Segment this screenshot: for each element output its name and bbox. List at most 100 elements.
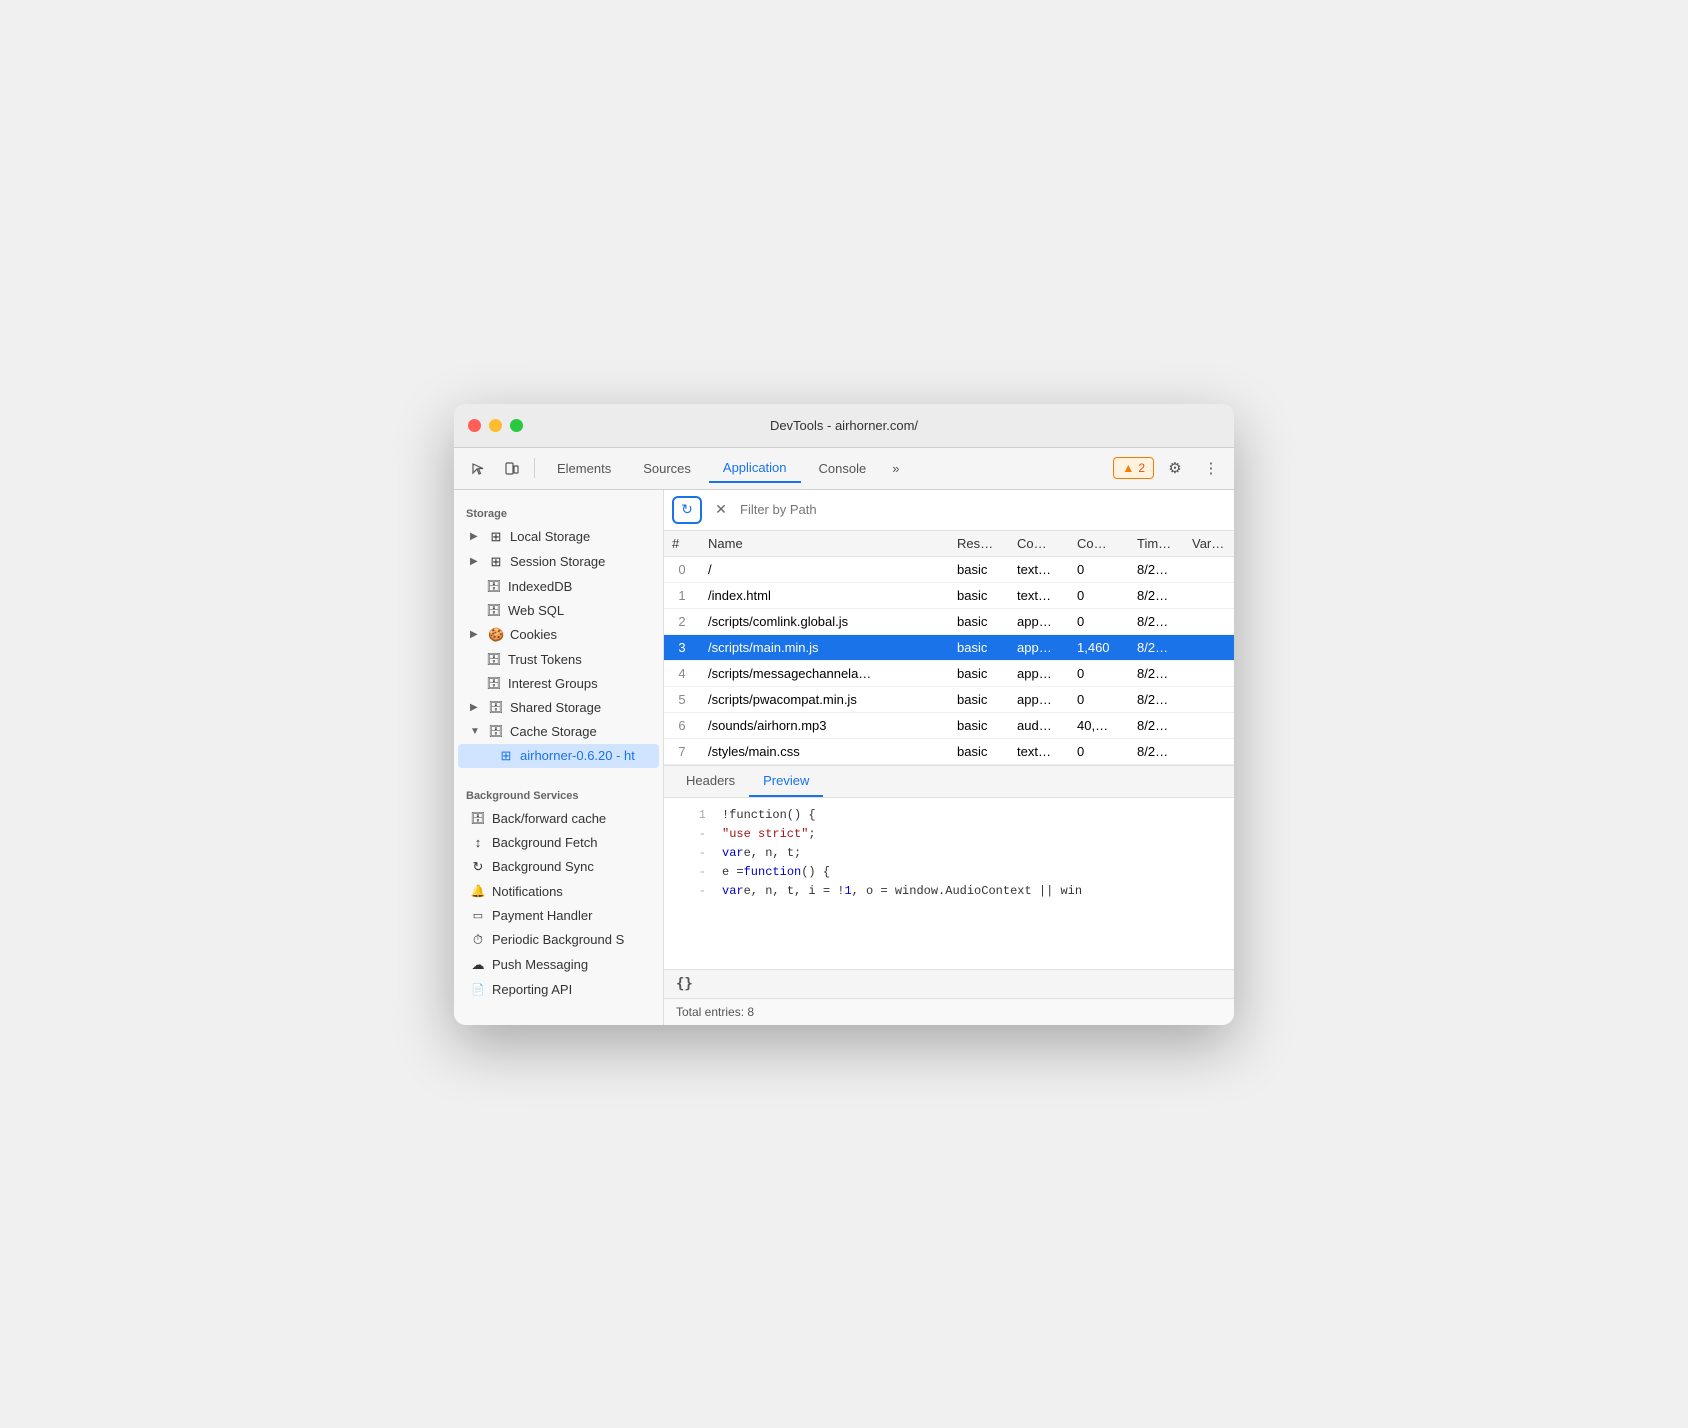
inspect-element-button[interactable] (462, 454, 492, 482)
maximize-button[interactable] (510, 419, 523, 432)
sidebar-item-cookies[interactable]: ▶ 🍪 Cookies (458, 623, 659, 647)
table-cell: 40,… (1069, 712, 1129, 738)
cookies-label: Cookies (510, 627, 651, 642)
line-number: - (676, 844, 706, 863)
table-cell: text… (1009, 582, 1069, 608)
sidebar-item-payment-handler[interactable]: ▭ Payment Handler (458, 904, 659, 927)
table-cell: 8/2… (1129, 582, 1184, 608)
settings-button[interactable]: ⚙ (1160, 454, 1190, 482)
col-header-name[interactable]: Name (700, 531, 949, 557)
sidebar-item-push-messaging[interactable]: ☁ Push Messaging (458, 953, 659, 977)
sidebar-item-cache-entry[interactable]: ⊞ airhorner-0.6.20 - ht (458, 744, 659, 768)
table-cell (1184, 686, 1234, 712)
tab-console[interactable]: Console (805, 455, 881, 482)
table-row[interactable]: 6/sounds/airhorn.mp3basicaud…40,…8/2… (664, 712, 1234, 738)
sidebar-item-back-forward-cache[interactable]: 🗄 Back/forward cache (458, 807, 659, 830)
table-cell: 8/2… (1129, 634, 1184, 660)
sidebar-item-periodic-background[interactable]: ⏱ Periodic Background S (458, 928, 659, 952)
table-header-row: # Name Res… Co… Co… Tim… Var… (664, 531, 1234, 557)
table-cell: /sounds/airhorn.mp3 (700, 712, 949, 738)
table-row[interactable]: 0/basictext…08/2… (664, 556, 1234, 582)
code-line: - var e, n, t; (664, 844, 1234, 863)
table-cell: basic (949, 738, 1009, 764)
table-cell (1184, 738, 1234, 764)
warning-badge[interactable]: ▲ 2 (1113, 457, 1154, 479)
table-cell: /index.html (700, 582, 949, 608)
col-header-co1[interactable]: Co… (1009, 531, 1069, 557)
code-token: !function() { (722, 806, 816, 825)
more-tabs-button[interactable]: » (884, 455, 907, 482)
toolbar: Elements Sources Application Console » ▲… (454, 448, 1234, 490)
back-forward-cache-label: Back/forward cache (492, 811, 651, 826)
expand-arrow-shared-storage: ▶ (470, 702, 482, 713)
sidebar-item-interest-groups[interactable]: 🗄 Interest Groups (458, 672, 659, 695)
session-storage-label: Session Storage (510, 554, 651, 569)
table-row[interactable]: 7/styles/main.cssbasictext…08/2… (664, 738, 1234, 764)
expand-arrow-cache-storage: ▼ (470, 726, 482, 737)
table-cell (1184, 634, 1234, 660)
table-cell: 7 (664, 738, 700, 764)
shared-storage-icon: 🗄 (488, 700, 504, 714)
minimize-button[interactable] (489, 419, 502, 432)
trust-tokens-icon: 🗄 (486, 652, 502, 666)
sidebar-item-trust-tokens[interactable]: 🗄 Trust Tokens (458, 648, 659, 671)
traffic-lights (468, 419, 523, 432)
tab-application[interactable]: Application (709, 454, 801, 483)
col-header-tim[interactable]: Tim… (1129, 531, 1184, 557)
interest-groups-icon: 🗄 (486, 676, 502, 690)
table-row[interactable]: 3/scripts/main.min.jsbasicapp…1,4608/2… (664, 634, 1234, 660)
refresh-button[interactable]: ↻ (672, 496, 702, 524)
clear-filter-button[interactable]: ✕ (708, 497, 734, 523)
sidebar-item-web-sql[interactable]: 🗄 Web SQL (458, 599, 659, 622)
indexeddb-label: IndexedDB (508, 579, 651, 594)
table-cell: 4 (664, 660, 700, 686)
indexeddb-icon: 🗄 (486, 579, 502, 593)
table-cell: 8/2… (1129, 738, 1184, 764)
table-cell (1184, 556, 1234, 582)
devtools-window: DevTools - airhorner.com/ Elements Sourc… (454, 404, 1234, 1025)
cache-table: # Name Res… Co… Co… Tim… Var… 0/basictex… (664, 531, 1234, 765)
table-cell: 8/2… (1129, 660, 1184, 686)
code-line: 1!function() { (664, 806, 1234, 825)
tab-preview[interactable]: Preview (749, 766, 823, 797)
sidebar-item-background-sync[interactable]: ↻ Background Sync (458, 855, 659, 879)
col-header-num[interactable]: # (664, 531, 700, 557)
code-token: function (744, 863, 802, 882)
cache-entry-label: airhorner-0.6.20 - ht (520, 748, 651, 763)
table-cell: 0 (664, 556, 700, 582)
payment-handler-icon: ▭ (470, 909, 486, 922)
sidebar-item-notifications[interactable]: 🔔 Notifications (458, 880, 659, 903)
sidebar-item-local-storage[interactable]: ▶ ⊞ Local Storage (458, 525, 659, 549)
table-row[interactable]: 1/index.htmlbasictext…08/2… (664, 582, 1234, 608)
col-header-res[interactable]: Res… (949, 531, 1009, 557)
tab-sources[interactable]: Sources (629, 455, 705, 482)
background-services-label: Background Services (454, 780, 663, 806)
device-toolbar-button[interactable] (496, 454, 526, 482)
code-token: e = (722, 863, 744, 882)
filter-input[interactable] (740, 497, 1226, 523)
col-header-var[interactable]: Var… (1184, 531, 1234, 557)
storage-section-label: Storage (454, 498, 663, 524)
table-cell: app… (1009, 660, 1069, 686)
sidebar-item-session-storage[interactable]: ▶ ⊞ Session Storage (458, 550, 659, 574)
col-header-co2[interactable]: Co… (1069, 531, 1129, 557)
table-cell: 0 (1069, 738, 1129, 764)
close-button[interactable] (468, 419, 481, 432)
cache-storage-icon: 🗄 (488, 724, 504, 738)
table-row[interactable]: 5/scripts/pwacompat.min.jsbasicapp…08/2… (664, 686, 1234, 712)
menu-button[interactable]: ⋮ (1196, 454, 1226, 482)
payment-handler-label: Payment Handler (492, 908, 651, 923)
sidebar-item-indexeddb[interactable]: 🗄 IndexedDB (458, 575, 659, 598)
line-number: - (676, 825, 706, 844)
sidebar-item-reporting-api[interactable]: 📄 Reporting API (458, 978, 659, 1001)
sidebar-item-shared-storage[interactable]: ▶ 🗄 Shared Storage (458, 696, 659, 719)
sidebar-item-background-fetch[interactable]: ↕ Background Fetch (458, 831, 659, 854)
table-row[interactable]: 4/scripts/messagechannela…basicapp…08/2… (664, 660, 1234, 686)
tab-headers[interactable]: Headers (672, 766, 749, 797)
table-cell: 3 (664, 634, 700, 660)
format-icon[interactable]: {} (676, 976, 693, 992)
tab-elements[interactable]: Elements (543, 455, 625, 482)
reporting-api-label: Reporting API (492, 982, 651, 997)
sidebar-item-cache-storage[interactable]: ▼ 🗄 Cache Storage (458, 720, 659, 743)
table-row[interactable]: 2/scripts/comlink.global.jsbasicapp…08/2… (664, 608, 1234, 634)
